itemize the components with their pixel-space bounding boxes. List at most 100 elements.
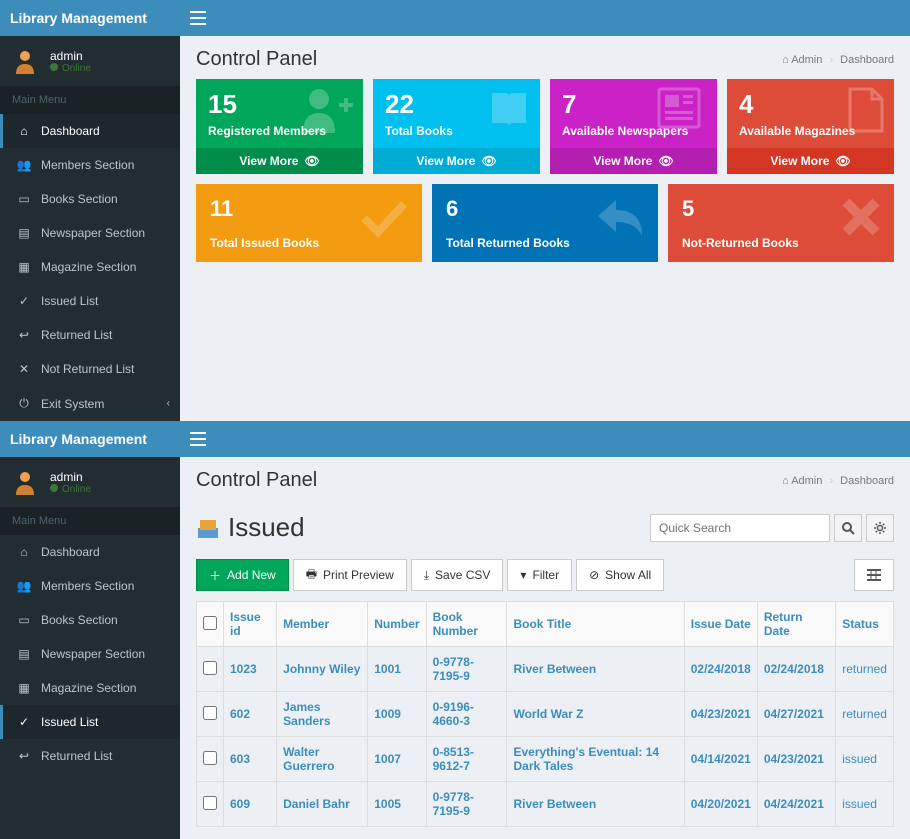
row-checkbox[interactable] <box>203 796 217 810</box>
cell-member[interactable]: Johnny Wiley <box>283 662 360 676</box>
settings-button[interactable] <box>866 514 894 542</box>
save-csv-button[interactable]: ⤓Save CSV <box>411 559 504 591</box>
col-issue-date[interactable]: Issue Date <box>684 602 757 647</box>
cell-return-date: 04/24/2021 <box>764 797 824 811</box>
sidebar-item-members[interactable]: 👥Members Section <box>0 569 180 603</box>
home-icon: ⌂ <box>782 54 789 66</box>
filter-button[interactable]: ▾Filter <box>507 559 572 591</box>
cell-member[interactable]: Walter Guerrero <box>283 745 334 773</box>
sidebar-item-notreturned[interactable]: ✕Not Returned List <box>0 352 180 386</box>
check-icon <box>356 194 412 240</box>
cell-status[interactable]: returned <box>842 662 887 676</box>
col-number[interactable]: Number <box>368 602 426 647</box>
members-icon: 👥 <box>15 579 33 593</box>
eye-icon: 👁 <box>658 154 673 168</box>
cell-book-number[interactable]: 0-9778-7195-9 <box>433 790 474 818</box>
sidebar-item-books[interactable]: ▭Books Section <box>0 182 180 216</box>
hamburger-menu-button[interactable] <box>180 421 216 457</box>
breadcrumb: ⌂ Admin › Dashboard <box>782 475 894 487</box>
menu-header: Main Menu <box>0 86 180 114</box>
cell-book-title[interactable]: Everything's Eventual: 14 Dark Tales <box>513 745 659 773</box>
add-new-button[interactable]: ＋Add New <box>196 559 289 591</box>
chevron-left-icon: ‹ <box>167 398 170 409</box>
brand-title: Library Management <box>0 431 180 447</box>
col-return-date[interactable]: Return Date <box>757 602 835 647</box>
cell-member[interactable]: Daniel Bahr <box>283 797 350 811</box>
sidebar-item-magazine[interactable]: ▦Magazine Section <box>0 671 180 705</box>
col-book-title[interactable]: Book Title <box>507 602 684 647</box>
cell-number[interactable]: 1007 <box>374 752 401 766</box>
sidebar-item-returned[interactable]: ↩Returned List <box>0 739 180 773</box>
print-preview-button[interactable]: 🖶Print Preview <box>293 559 407 591</box>
sidebar-item-returned[interactable]: ↩Returned List <box>0 318 180 352</box>
stat-card-newspapers: 7 Available Newspapers View More👁 <box>550 79 717 174</box>
cell-number[interactable]: 1001 <box>374 662 401 676</box>
breadcrumb-admin[interactable]: Admin <box>791 54 822 66</box>
download-icon: ⤓ <box>424 568 429 583</box>
eye-icon: 👁 <box>481 154 496 168</box>
grid-view-button[interactable] <box>854 559 894 591</box>
cell-issue-id[interactable]: 602 <box>230 707 250 721</box>
sidebar-item-newspaper[interactable]: ▤Newspaper Section <box>0 637 180 671</box>
sidebar-item-magazine[interactable]: ▦Magazine Section <box>0 250 180 284</box>
stat-card-issued: 11 Total Issued Books <box>196 184 422 262</box>
table-row: 602 James Sanders 1009 0-9196-4660-3 World W… <box>197 692 894 737</box>
toolbar: ＋Add New 🖶Print Preview ⤓Save CSV ▾Filte… <box>196 559 894 591</box>
user-name: admin <box>50 470 91 484</box>
breadcrumb-admin[interactable]: Admin <box>791 475 822 487</box>
col-member[interactable]: Member <box>277 602 368 647</box>
search-button[interactable] <box>834 514 862 542</box>
search-input[interactable] <box>650 514 830 542</box>
view-more-link[interactable]: View More👁 <box>196 148 363 174</box>
cell-member[interactable]: James Sanders <box>283 700 330 728</box>
issued-header: Issued <box>196 512 894 543</box>
sidebar-item-label: Newspaper Section <box>41 226 145 240</box>
sidebar-item-label: Books Section <box>41 192 118 206</box>
search-wrap <box>650 514 894 542</box>
cell-issue-id[interactable]: 609 <box>230 797 250 811</box>
sidebar-item-issued[interactable]: ✓Issued List <box>0 705 180 739</box>
row-checkbox[interactable] <box>203 706 217 720</box>
view-more-link[interactable]: View More👁 <box>550 148 717 174</box>
col-status[interactable]: Status <box>836 602 894 647</box>
cell-book-number[interactable]: 0-9196-4660-3 <box>433 700 474 728</box>
user-block: admin Online <box>0 457 180 507</box>
view-more-link[interactable]: View More👁 <box>373 148 540 174</box>
sidebar-item-dashboard[interactable]: ⌂Dashboard <box>0 114 180 148</box>
row-checkbox[interactable] <box>203 751 217 765</box>
content: Control Panel ⌂ Admin › Dashboard 15 Reg… <box>180 36 910 421</box>
stat-card-magazines: 4 Available Magazines View More👁 <box>727 79 894 174</box>
col-book-number[interactable]: Book Number <box>426 602 507 647</box>
sidebar-item-label: Returned List <box>41 749 112 763</box>
cell-book-number[interactable]: 0-9778-7195-9 <box>433 655 474 683</box>
col-issue-id[interactable]: Issue id <box>224 602 277 647</box>
row-checkbox[interactable] <box>203 661 217 675</box>
cell-book-title[interactable]: River Between <box>513 797 596 811</box>
sidebar-item-issued[interactable]: ✓Issued List <box>0 284 180 318</box>
user-block: admin Online <box>0 36 180 86</box>
cell-book-title[interactable]: River Between <box>513 662 596 676</box>
hamburger-menu-button[interactable] <box>180 0 216 36</box>
stat-card-notreturned: 5 Not-Returned Books <box>668 184 894 262</box>
cell-status[interactable]: issued <box>842 797 877 811</box>
cell-status[interactable]: issued <box>842 752 877 766</box>
sidebar-item-newspaper[interactable]: ▤Newspaper Section <box>0 216 180 250</box>
cell-number[interactable]: 1005 <box>374 797 401 811</box>
sidebar-item-members[interactable]: 👥Members Section <box>0 148 180 182</box>
cell-status[interactable]: returned <box>842 707 887 721</box>
sidebar-item-exit[interactable]: ⏻Exit System‹ <box>0 386 180 421</box>
cell-book-title[interactable]: World War Z <box>513 707 583 721</box>
cell-book-number[interactable]: 0-8513-9612-7 <box>433 745 474 773</box>
sidebar-item-dashboard[interactable]: ⌂Dashboard <box>0 535 180 569</box>
cell-issue-id[interactable]: 1023 <box>230 662 257 676</box>
view-more-link[interactable]: View More👁 <box>727 148 894 174</box>
menu-header: Main Menu <box>0 507 180 535</box>
avatar-icon <box>10 46 40 76</box>
select-all-checkbox[interactable] <box>203 616 217 630</box>
cell-number[interactable]: 1009 <box>374 707 401 721</box>
show-all-button[interactable]: ⊘Show All <box>576 559 664 591</box>
cell-issue-id[interactable]: 603 <box>230 752 250 766</box>
sidebar-item-books[interactable]: ▭Books Section <box>0 603 180 637</box>
sidebar-item-label: Members Section <box>41 158 134 172</box>
content-header: Control Panel ⌂ Admin › Dashboard <box>180 457 910 500</box>
